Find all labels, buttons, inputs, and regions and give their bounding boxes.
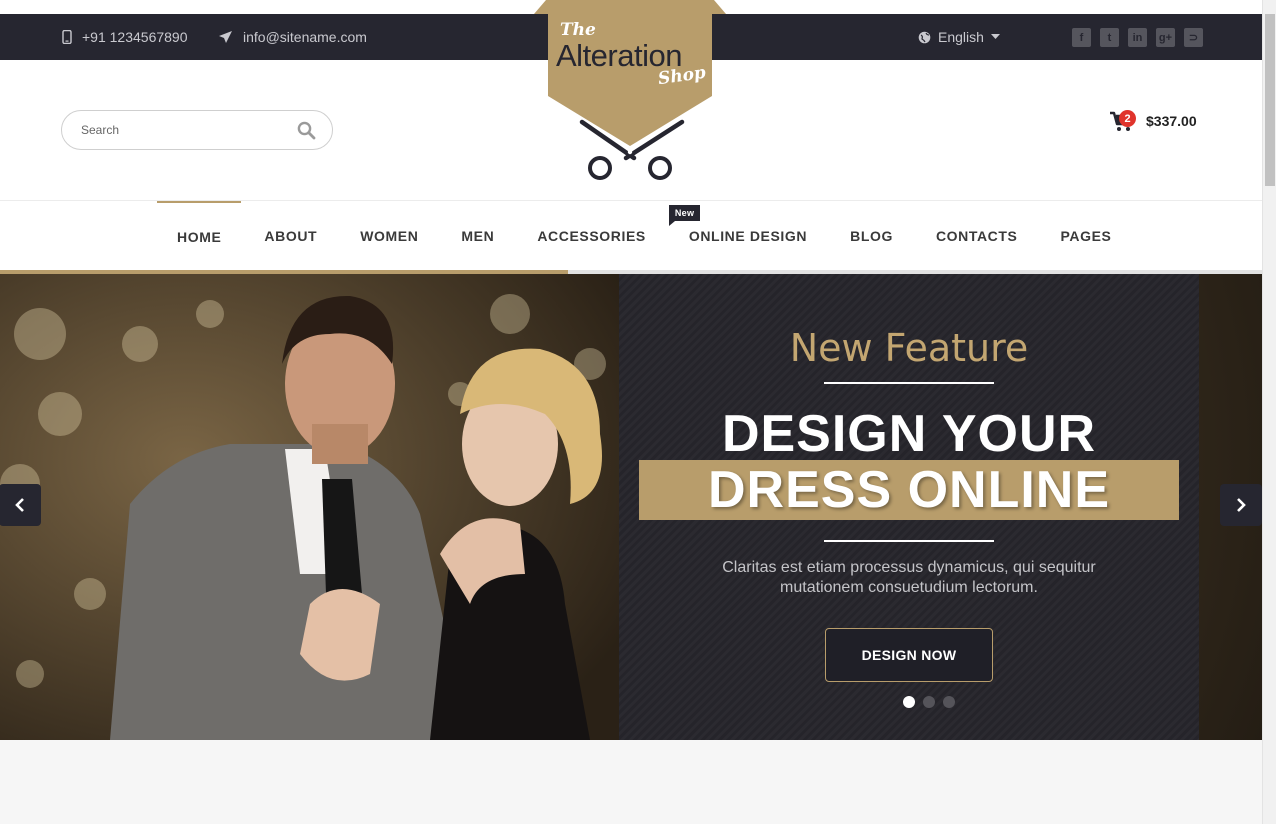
phone-number: +91 1234567890: [82, 29, 188, 45]
nav-label: BLOG: [850, 228, 893, 244]
nav-men[interactable]: MEN: [441, 201, 514, 271]
nav-contacts[interactable]: CONTACTS: [916, 201, 1038, 271]
new-badge: New: [668, 205, 701, 226]
nav-label: ONLINE DESIGN: [688, 228, 808, 244]
slide-headline-1: DESIGN YOUR: [721, 405, 1097, 463]
slider-dot[interactable]: [923, 696, 935, 708]
slide-kicker: New Feature: [789, 326, 1029, 370]
search-input[interactable]: [81, 120, 281, 140]
globe-icon: [918, 31, 931, 43]
google-plus-icon[interactable]: g+: [1156, 28, 1175, 47]
cart-count-badge: 2: [1119, 110, 1136, 127]
nav-label: HOME: [177, 229, 222, 245]
search-box: [61, 110, 333, 150]
page: +91 1234567890 info@sitename.com English…: [0, 0, 1262, 824]
nav-pages[interactable]: PAGES: [1041, 201, 1132, 271]
nav-label: CONTACTS: [935, 228, 1018, 244]
nav-label: PAGES: [1060, 228, 1112, 244]
main-nav: HOME ABOUT WOMEN MEN ACCESSORIES New ONL…: [0, 200, 1262, 270]
nav-blog[interactable]: BLOG: [830, 201, 913, 271]
divider-line: [824, 382, 994, 384]
divider-line: [824, 540, 994, 542]
slider-next-button[interactable]: [1220, 484, 1262, 526]
nav-accessories[interactable]: ACCESSORIES: [517, 201, 666, 271]
scrollbar-thumb[interactable]: [1265, 14, 1275, 186]
page-scrollbar[interactable]: [1262, 0, 1276, 824]
cart-total: $337.00: [1146, 113, 1197, 129]
slide-description: Claritas est etiam processus dynamicus, …: [722, 559, 1096, 596]
linkedin-icon[interactable]: in: [1128, 28, 1147, 47]
slider-dot[interactable]: [943, 696, 955, 708]
nav-label: WOMEN: [360, 228, 419, 244]
language-selector[interactable]: English: [918, 14, 1000, 60]
email-address: info@sitename.com: [243, 29, 367, 45]
cart-widget[interactable]: 2 $337.00: [1110, 110, 1197, 132]
nav-online-design[interactable]: New ONLINE DESIGN: [668, 201, 827, 271]
nav-women[interactable]: WOMEN: [340, 201, 438, 271]
language-label: English: [938, 29, 984, 45]
site-logo[interactable]: The Alteration Shop: [534, 0, 726, 186]
chevron-left-icon: [15, 498, 24, 512]
paper-plane-icon: [219, 31, 232, 43]
email-contact[interactable]: info@sitename.com: [218, 14, 367, 60]
slider-dot[interactable]: [903, 696, 915, 708]
slider-pagination: [903, 696, 955, 708]
nav-about[interactable]: ABOUT: [244, 201, 337, 271]
facebook-icon[interactable]: f: [1072, 28, 1091, 47]
phone-contact[interactable]: +91 1234567890: [62, 14, 188, 60]
nav-label: MEN: [461, 228, 495, 244]
slider-prev-button[interactable]: [0, 484, 41, 526]
nav-label: ABOUT: [264, 228, 318, 244]
design-now-button[interactable]: DESIGN NOW: [825, 628, 993, 682]
nav-label: ACCESSORIES: [537, 228, 646, 244]
slide-content-panel: New Feature DESIGN YOUR DRESS ONLINE Cla…: [619, 274, 1199, 740]
phone-icon: [62, 30, 72, 44]
search-icon[interactable]: [297, 121, 316, 140]
hero-slider: New Feature DESIGN YOUR DRESS ONLINE Cla…: [0, 274, 1262, 740]
rss-icon[interactable]: ⊃: [1184, 28, 1203, 47]
logo-the: The: [560, 20, 596, 40]
chevron-right-icon: [1237, 498, 1246, 512]
hero-photo-couple: [0, 274, 619, 740]
nav-home[interactable]: HOME: [157, 201, 242, 271]
caret-down-icon: [990, 34, 1000, 39]
slide-headline-2: DRESS ONLINE: [707, 461, 1111, 519]
social-links: f t in g+ ⊃: [1072, 28, 1203, 47]
twitter-icon[interactable]: t: [1100, 28, 1119, 47]
